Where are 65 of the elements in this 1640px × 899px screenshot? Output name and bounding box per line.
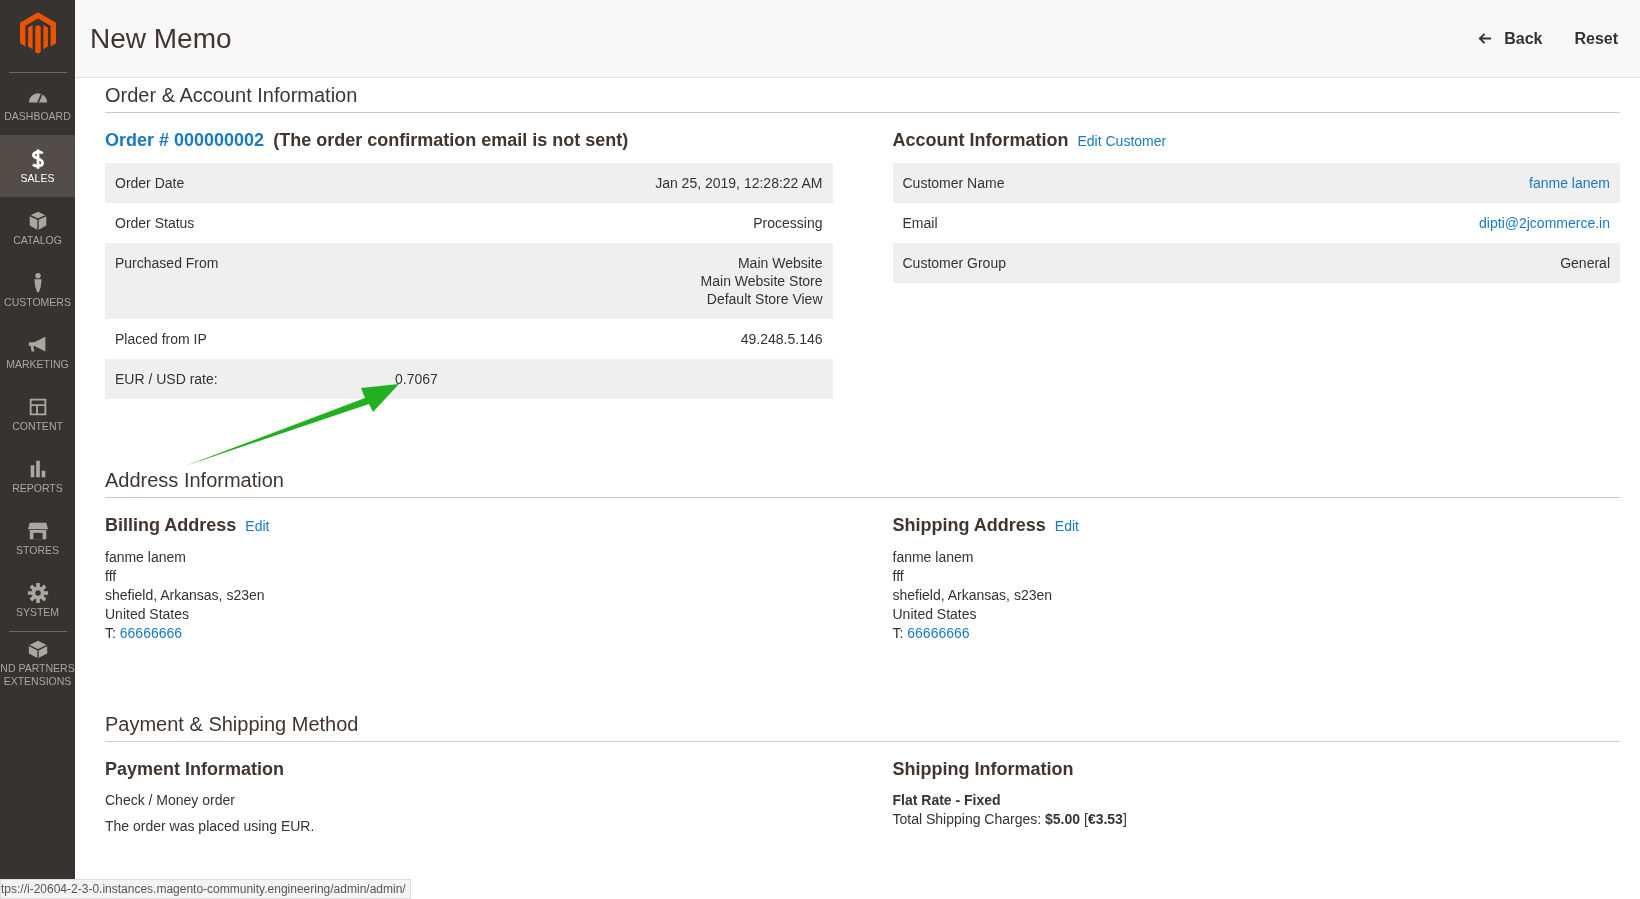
- row-label: Order Status: [115, 214, 196, 232]
- row-label: Order Date: [115, 174, 186, 192]
- gear-icon: [26, 581, 49, 604]
- reset-button[interactable]: Reset: [1574, 25, 1618, 52]
- status-url: tps://i-20604-2-3-0.instances.magento-community.engineering/admin/admin/: [0, 879, 411, 899]
- nav-item[interactable]: SALES: [0, 135, 75, 197]
- phone-label: T:: [892, 625, 904, 641]
- phone-link[interactable]: 66666666: [907, 625, 970, 641]
- row-value: 0.7067: [395, 370, 439, 388]
- logo-icon[interactable]: [19, 12, 56, 54]
- address-line: shefield, Arkansas, s23en: [105, 586, 266, 605]
- edit-link[interactable]: Edit: [1054, 518, 1079, 534]
- account-title: Account Information: [892, 130, 1069, 151]
- shipping-charges: Total Shipping Charges: $5.00 [€3.53]: [892, 810, 1128, 829]
- section-title: Payment & Shipping Method: [105, 707, 1620, 742]
- row-value: General: [1560, 254, 1610, 272]
- address-line: fff: [892, 567, 905, 586]
- address-line: fanme lanem: [892, 548, 975, 567]
- nav-item[interactable]: CATALOG: [0, 197, 75, 259]
- address-title: Billing Address: [105, 515, 237, 536]
- address-title: Shipping Address: [892, 515, 1046, 536]
- blocks-icon: [26, 638, 49, 660]
- arrow-left-icon: [1477, 31, 1493, 46]
- phone-link[interactable]: 66666666: [119, 625, 183, 641]
- back-button[interactable]: Back: [1477, 25, 1543, 52]
- address-line: fff: [105, 567, 118, 586]
- row-link[interactable]: fanme lanem: [1529, 174, 1610, 192]
- nav-item[interactable]: CUSTOMERS: [0, 259, 75, 321]
- section-title: Address Information: [105, 463, 1620, 498]
- nav-item[interactable]: SYSTEM: [0, 569, 75, 631]
- edit-customer-link[interactable]: Edit Customer: [1077, 133, 1167, 149]
- row-value: Main Website: [737, 254, 823, 272]
- order-note: (The order confirmation email is not sent): [273, 130, 629, 151]
- row-value: Processing: [753, 214, 823, 232]
- edit-link[interactable]: Edit: [245, 518, 270, 534]
- section-title: Order & Account Information: [105, 78, 1620, 113]
- row-value: 49.248.5.146: [740, 330, 823, 348]
- address-line: shefield, Arkansas, s23en: [892, 586, 1054, 605]
- phone-label: T:: [105, 625, 116, 641]
- order-link[interactable]: Order # 000000002: [105, 130, 265, 151]
- address-line: United States: [892, 605, 978, 624]
- row-value: Jan 25, 2019, 12:28:22 AM: [655, 174, 823, 192]
- nav-item[interactable]: REPORTS: [0, 445, 75, 507]
- row-label: Email: [902, 214, 939, 232]
- row-value: Main Website Store: [700, 272, 823, 290]
- address-line: United States: [105, 605, 191, 624]
- payment-method: Check / Money order: [105, 792, 236, 808]
- row-value: Default Store View: [706, 290, 823, 308]
- payment-title: Payment Information: [105, 759, 285, 780]
- row-label: Placed from IP: [115, 330, 208, 348]
- row-link[interactable]: dipti@2jcommerce.in: [1479, 214, 1610, 232]
- nav-item[interactable]: STORES: [0, 507, 75, 569]
- row-label: Customer Name: [902, 174, 1006, 192]
- nav-item[interactable]: DASHBOARD: [0, 73, 75, 135]
- row-label: EUR / USD rate:: [115, 370, 219, 388]
- nav-item[interactable]: MARKETING: [0, 321, 75, 383]
- row-label: Customer Group: [902, 254, 1007, 272]
- nav-item[interactable]: ND PARTNERS EXTENSIONS: [0, 632, 75, 694]
- page-title: New Memo: [90, 22, 232, 55]
- nav-item[interactable]: CONTENT: [0, 383, 75, 445]
- shipping-method: Flat Rate - Fixed: [892, 792, 1002, 808]
- shipping-title: Shipping Information: [892, 759, 1074, 780]
- address-line: fanme lanem: [105, 548, 187, 567]
- row-label: Purchased From: [115, 254, 220, 272]
- payment-note: The order was placed using EUR.: [105, 818, 316, 834]
